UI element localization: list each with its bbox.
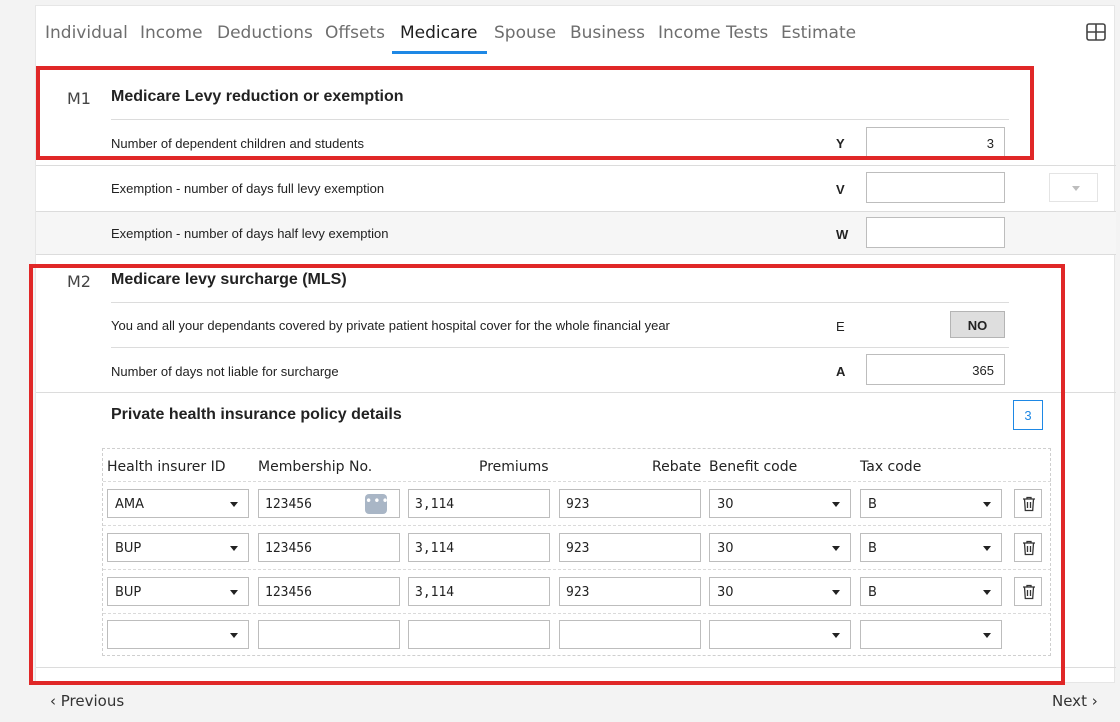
full-levy-exemption-input[interactable] xyxy=(866,172,1005,203)
previous-button[interactable]: ‹ Previous xyxy=(50,692,124,710)
tab-income[interactable]: Income xyxy=(140,23,203,43)
half-levy-exemption-input[interactable] xyxy=(866,217,1005,248)
tab-individual[interactable]: Individual xyxy=(45,23,128,43)
m2-highlight-box xyxy=(29,264,1065,685)
next-button[interactable]: Next › xyxy=(1052,692,1098,710)
divider xyxy=(36,165,1116,166)
field-letter-v: V xyxy=(836,182,845,197)
chevron-down-icon xyxy=(1072,186,1080,191)
tab-deductions[interactable]: Deductions xyxy=(217,23,313,43)
half-levy-exemption-label: Exemption - number of days half levy exe… xyxy=(111,226,389,241)
tab-estimate[interactable]: Estimate xyxy=(781,23,856,43)
active-tab-indicator xyxy=(392,51,487,54)
tab-bar: Individual Income Deductions Offsets Med… xyxy=(36,6,1114,58)
m1-highlight-box xyxy=(36,66,1034,160)
grid-layout-icon[interactable] xyxy=(1086,23,1106,41)
tab-income-tests[interactable]: Income Tests xyxy=(658,23,768,43)
tab-business[interactable]: Business xyxy=(570,23,645,43)
exemption-options-dropdown[interactable] xyxy=(1049,173,1098,202)
field-letter-w: W xyxy=(836,227,849,242)
tab-medicare[interactable]: Medicare xyxy=(400,23,477,43)
full-levy-exemption-label: Exemption - number of days full levy exe… xyxy=(111,181,385,196)
tab-spouse[interactable]: Spouse xyxy=(494,23,556,43)
tab-offsets[interactable]: Offsets xyxy=(325,23,385,43)
